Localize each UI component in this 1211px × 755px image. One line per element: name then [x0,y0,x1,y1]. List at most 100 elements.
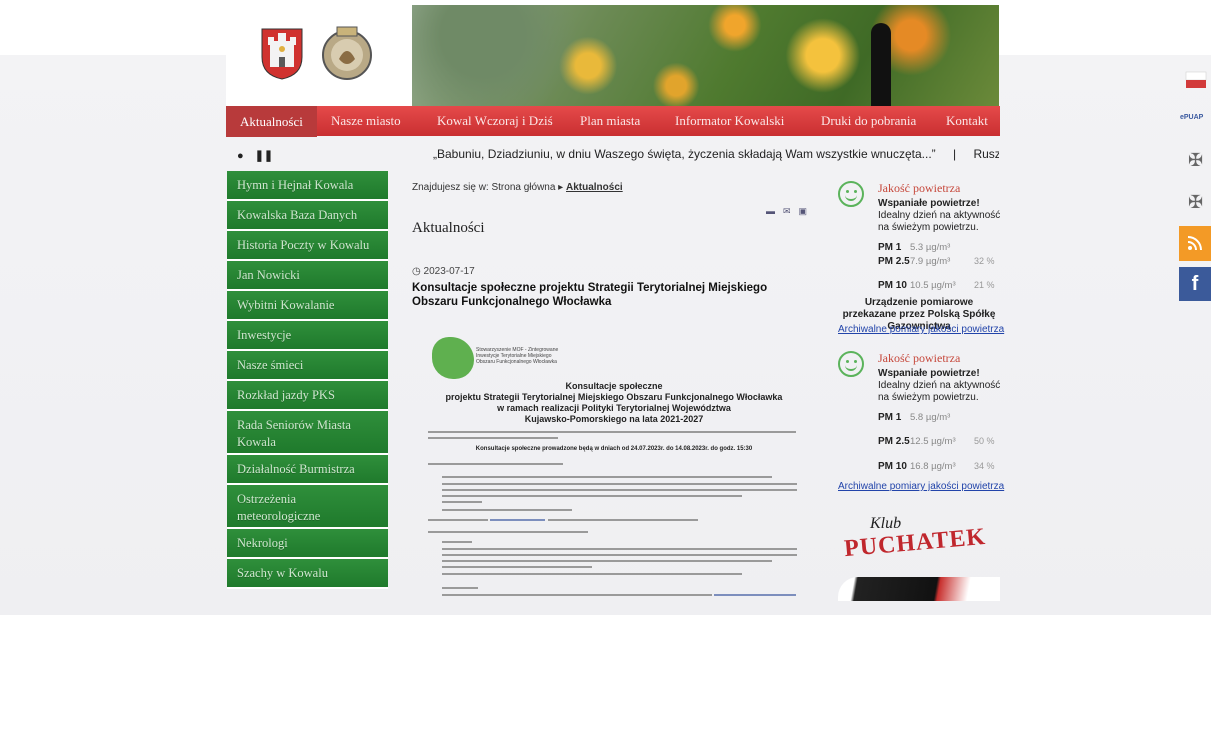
pm25-percent: 50 % [974,436,995,446]
ticker-controls: ● ❚❚ [237,149,273,162]
article-date-value: 2023-07-17 [423,266,475,277]
air-quality-desc: Idealny dzień na aktywność na świeżym po… [878,380,1001,403]
ticker-item[interactable]: „Babuniu, Dziadziuniu, w dniu Waszego św… [433,147,936,161]
doc-line [442,509,572,511]
doc-line [442,501,482,503]
article-document-image[interactable]: Stowarzyszenie MOF - Zintegrowane Inwest… [428,333,800,601]
sidebar-menu: Hymn i Hejnał Kowala Kowalska Baza Danyc… [227,171,388,589]
doc-line [428,437,558,439]
sidebar-item-historia-poczty[interactable]: Historia Poczty w Kowalu [227,231,388,261]
doc-line [428,531,588,533]
sidebar-item-ostrzezenia[interactable]: Ostrzeżenia meteorologiczne [227,485,388,529]
clock-icon: ◷ [412,266,421,277]
nav-aktualnosci[interactable]: Aktualności [226,106,317,137]
doc-line [442,587,478,589]
pm10-percent: 34 % [974,461,995,471]
sidebar-item-hymn[interactable]: Hymn i Hejnał Kowala [227,171,388,201]
nav-kowal-wczoraj-i-dzis[interactable]: Kowal Wczoraj i Dziś [437,113,553,129]
article-date: ◷ 2023-07-17 [412,266,475,277]
eagle-emblem-icon[interactable]: ✠ [1180,150,1211,174]
email-icon[interactable]: ✉ [783,206,799,216]
doc-line [442,560,772,562]
nav-plan-miasta[interactable]: Plan miasta [580,113,640,129]
header-crests [226,0,412,106]
print-icon[interactable]: ▬ [766,206,783,216]
pdf-icon[interactable]: ▣ [799,206,816,216]
main-nav: Aktualności Nasze miasto Kowal Wczoraj i… [226,106,1000,137]
epuap-icon[interactable]: ePUAP [1180,114,1211,128]
pm10-label: PM 10 [878,461,907,472]
sidebar-item-inwestycje[interactable]: Inwestycje [227,321,388,351]
sidebar-item-rada-seniorow[interactable]: Rada Seniorów Miasta Kowala [227,411,388,455]
air-archive-link[interactable]: Archiwalne pomiary jakości powietrza [838,324,1004,335]
doc-link[interactable] [714,594,796,596]
page-title: Aktualności [412,220,485,236]
breadcrumb-current[interactable]: Aktualności [566,182,623,193]
pm25-value: 7.9 µg/m³ [910,256,951,267]
sidebar-item-wybitni-kowalanie[interactable]: Wybitni Kowalanie [227,291,388,321]
pm25-percent: 32 % [974,256,995,266]
air-quality-status: Wspaniałe powietrze! [878,198,980,209]
pm25-value: 12.5 µg/m³ [910,436,956,447]
pm1-label: PM 1 [878,242,902,253]
lamp-post [871,23,891,106]
doc-heading-4: Kujawsko-Pomorskiego na lata 2021-2027 [524,414,704,424]
breadcrumb: Znajdujesz się w: Strona główna ▸ Aktual… [412,182,623,193]
sidebar-item-rozklad-pks[interactable]: Rozkład jazdy PKS [227,381,388,411]
air-quality-title: Jakość powietrza [878,351,961,365]
pm25-label: PM 2.5 [878,256,910,267]
doc-heading-3: w ramach realizacji Polityki Terytorialn… [497,403,731,413]
facebook-icon[interactable]: f [1179,267,1211,301]
klub-puchatek-banner[interactable]: Klub PUCHATEK [838,505,1000,565]
nav-kontakt[interactable]: Kontakt [946,113,988,129]
doc-line [442,573,742,575]
doc-org: Stowarzyszenie MOF - Zintegrowane Inwest… [476,347,559,365]
air-quality-title: Jakość powietrza [878,181,961,195]
doc-line [442,483,797,485]
news-ticker[interactable]: „Babuniu, Dziadziuniu, w dniu Waszego św… [433,147,999,163]
rss-icon[interactable] [1179,226,1211,261]
sidebar-item-nasze-smieci[interactable]: Nasze śmieci [227,351,388,381]
pm10-value: 16.8 µg/m³ [910,461,956,472]
doc-line [442,548,797,550]
nav-druki-do-pobrania[interactable]: Druki do pobrania [821,113,916,129]
doc-link[interactable] [490,519,545,521]
rss-glyph-icon [1187,236,1202,251]
doc-line [442,594,712,596]
promo-banner[interactable] [838,577,1000,601]
doc-heading-2: projektu Strategii Terytorialnej Miejski… [445,392,783,402]
region-map [432,337,474,379]
ticker-separator: | [953,147,957,161]
air-archive-link[interactable]: Archiwalne pomiary jakości powietrza [838,481,1004,492]
ticker-item[interactable]: Ruszyła przebudowa [973,147,999,161]
air-quality-widget: Jakość powietrza Wspaniałe powietrze! Id… [838,181,1004,341]
sidebar-item-baza-danych[interactable]: Kowalska Baza Danych [227,201,388,231]
breadcrumb-prefix[interactable]: Znajdujesz się w: Strona główna ▸ [412,182,563,193]
air-quality-desc: Idealny dzień na aktywność na świeżym po… [878,210,1001,233]
sidebar-item-jan-nowicki[interactable]: Jan Nowicki [227,261,388,291]
article-title[interactable]: Konsultacje społeczne projektu Strategii… [412,281,792,309]
doc-line [428,519,488,521]
eagle-emblem-icon[interactable]: ✠ [1180,192,1211,216]
doc-line [442,554,797,556]
bip-icon[interactable] [1180,68,1211,92]
play-icon[interactable]: ● [237,150,244,162]
pm1-label: PM 1 [878,412,902,423]
town-coat-of-arms[interactable] [260,27,304,81]
doc-line [442,495,742,497]
pause-icon[interactable]: ❚❚ [255,150,273,162]
pm10-value: 10.5 µg/m³ [910,280,956,291]
pm1-value: 5.8 µg/m³ [910,412,951,423]
pm25-label: PM 2.5 [878,436,910,447]
air-quality-widget: Jakość powietrza Wspaniałe powietrze! Id… [838,351,1004,496]
sidebar-item-nekrologi[interactable]: Nekrologi [227,529,388,559]
smile-icon [838,351,864,377]
doc-line [428,463,563,465]
doc-dates: Konsultacje społeczne prowadzone będą w … [475,446,753,452]
nav-informator-kowalski[interactable]: Informator Kowalski [675,113,784,129]
sidebar-item-szachy[interactable]: Szachy w Kowalu [227,559,388,589]
nav-nasze-miasto[interactable]: Nasze miasto [331,113,401,129]
pm10-label: PM 10 [878,280,907,291]
sidebar-item-dzialalnosc-burmistrza[interactable]: Działalność Burmistrza [227,455,388,485]
seal-logo[interactable] [321,25,373,83]
